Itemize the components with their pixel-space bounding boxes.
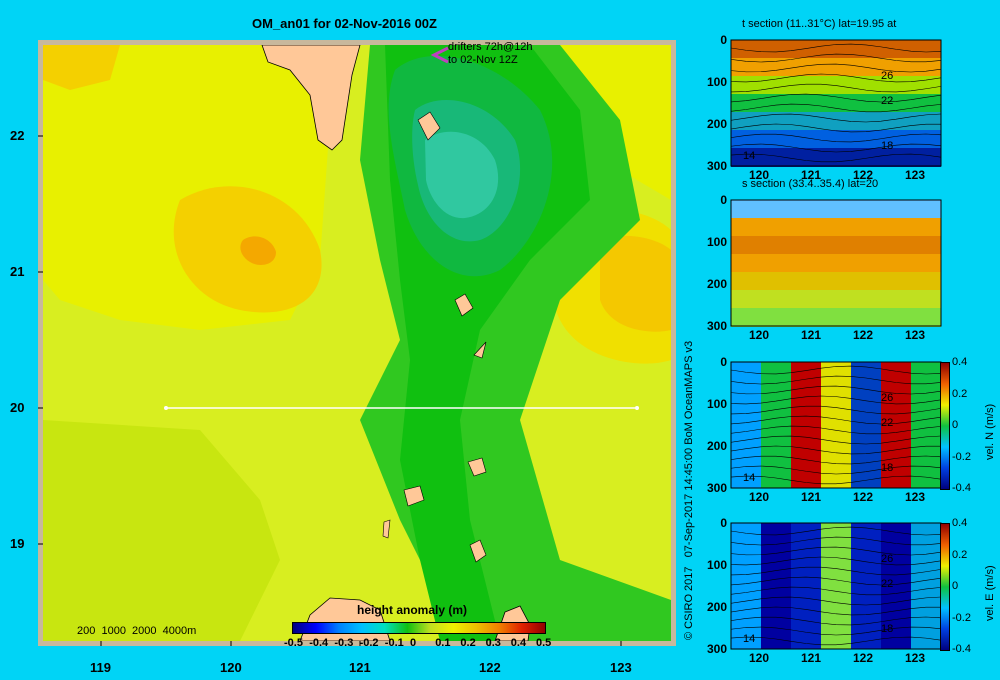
velocity-label: vel. N (m/s): [984, 403, 996, 460]
velocity-tick: -0.2: [952, 611, 971, 624]
velocity-colorbar: [940, 523, 950, 651]
depth-tick: 0: [720, 33, 727, 47]
colorbar-tick-label: -0.5: [284, 637, 303, 649]
lon-tick: 123: [610, 660, 632, 675]
colorbar-title: height anomaly (m): [357, 603, 468, 617]
section-panel: t section (11..31°C) lat=19.95 at 0 100 200…: [690, 16, 1000, 182]
depth-tick: 300: [706, 642, 727, 656]
section-panel: s section (33.4..35.4) lat=20 0 100 200 300 1…: [690, 176, 1000, 342]
height-anomaly-map: [38, 40, 676, 646]
lat-tick: 20: [10, 400, 25, 415]
section-panel: 0 100 200 300 120 121 122 123 26 22 18 14 0.4 0.2 0 -0.…: [690, 338, 1000, 504]
drifters-label-2: to 02-Nov 12Z: [448, 54, 518, 66]
section-lon-tick: 123: [905, 651, 926, 665]
contour-label: 26: [881, 553, 894, 565]
contour-label: 26: [881, 392, 894, 404]
colorbar-tick-label: 0.2: [460, 637, 476, 649]
depth-tick: 200: [706, 439, 727, 453]
depth-tick: 300: [706, 319, 727, 333]
colorbar-tick-label: 0.1: [435, 637, 451, 649]
colorbar-ticks: -0.5 -0.4 -0.3 -0.2 -0.1 0 0.1 0.2 0.3 0.4 0.5: [282, 637, 554, 651]
colorbar-tick-label: -0.2: [359, 637, 379, 649]
lat-tick: 21: [10, 264, 25, 279]
depth-tick: 0: [720, 193, 727, 207]
velocity-label: vel. E (m/s): [984, 565, 996, 621]
colorbar-tick-label: 0.3: [485, 637, 501, 649]
colorbar-tick-label: 0.4: [510, 637, 527, 649]
section-plot: [730, 199, 942, 327]
contour-label: 14: [743, 150, 756, 162]
velocity-tick: 0.4: [952, 356, 968, 368]
velocity-tick: -0.2: [952, 450, 971, 463]
depth-tick: 100: [706, 235, 727, 249]
section-plot: [730, 39, 942, 167]
depth-legend: 200 1000 2000 4000m: [77, 625, 197, 637]
height-colorbar: [292, 622, 546, 634]
depth-tick: 100: [706, 397, 727, 411]
section-lon-tick: 121: [801, 651, 822, 665]
colorbar-tick-label: 0: [410, 637, 417, 649]
depth-tick: 300: [706, 159, 727, 173]
lon-tick: 121: [349, 660, 371, 675]
velocity-tick: 0: [952, 580, 959, 592]
depth-tick: 300: [706, 481, 727, 495]
lon-tick: 120: [220, 660, 242, 675]
contour-label: 22: [881, 578, 894, 590]
contour-label: 22: [881, 95, 894, 107]
colorbar-tick-label: -0.4: [309, 637, 329, 649]
velocity-tick: 0.2: [952, 548, 968, 561]
depth-tick: 200: [706, 600, 727, 614]
section-lon-tick: 120: [749, 651, 770, 665]
contour-label: 18: [881, 140, 894, 152]
contour-label: 14: [743, 633, 756, 645]
depth-tick: 100: [706, 558, 727, 572]
colorbar-tick-label: 0.5: [536, 637, 552, 649]
contour-label: 18: [881, 462, 894, 474]
colorbar-tick-label: -0.1: [384, 637, 404, 649]
contour-label: 22: [881, 417, 894, 429]
velocity-tick: -0.4: [952, 482, 971, 494]
contour-label: 18: [881, 623, 894, 635]
velocity-colorbar: [940, 362, 950, 490]
depth-tick: 100: [706, 75, 727, 89]
contour-label: 26: [881, 70, 894, 82]
depth-tick: 200: [706, 117, 727, 131]
depth-tick: 200: [706, 277, 727, 291]
lat-tick: 19: [10, 536, 25, 551]
lon-tick: 119: [90, 660, 111, 675]
depth-tick: 0: [720, 516, 727, 530]
colorbar-tick-label: -0.3: [334, 637, 354, 649]
lat-tick: 22: [10, 128, 25, 143]
velocity-tick: 0: [952, 419, 959, 431]
velocity-tick: 0.2: [952, 387, 968, 400]
depth-tick: 0: [720, 355, 727, 369]
section-panel: 0 100 200 300 120 121 122 123 26 22 18 14 0.4 0.2 0 -0.…: [690, 499, 1000, 665]
lon-tick: 122: [479, 660, 501, 675]
velocity-tick: -0.4: [952, 643, 971, 655]
velocity-tick: 0.4: [952, 517, 968, 529]
section-lon-tick: 122: [853, 651, 874, 665]
contour-label: 14: [743, 472, 756, 484]
drifters-label: drifters 72h@12h: [448, 41, 533, 53]
